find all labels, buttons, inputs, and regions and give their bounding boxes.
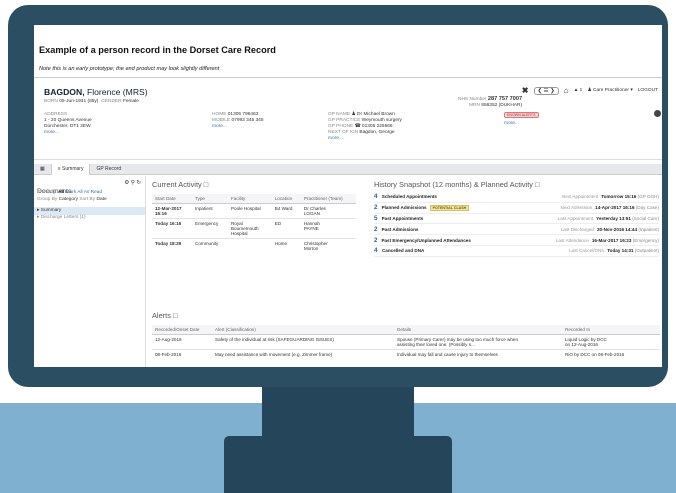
bell-icon: ▲ (573, 87, 579, 93)
tab-summary[interactable]: ≡ Summary (50, 163, 91, 175)
settings-icon[interactable] (654, 110, 661, 117)
col-alert: Alert (Classification) (212, 325, 394, 335)
documents-panel: Documents ⚙ ⚲ ↻ Showing: All Mark All As… (34, 176, 146, 367)
patient-phones: HOME 01305 796463 MOBILE 07993 345 345 m… (212, 112, 264, 130)
record-nav-buttons[interactable]: ❮ ☰ ❯ (533, 86, 559, 95)
patient-demographics: BORN 05-Jun-1931 (85y) GENDER Female (44, 99, 139, 104)
close-record-icon[interactable]: ✖ (522, 86, 529, 95)
doc-item-summary[interactable]: ▸ Summary (34, 207, 145, 215)
alerts-summary: KNOWN ALERTS more... (504, 112, 539, 127)
list-item[interactable]: 5 Past Appointments Last Appointment Yester… (374, 214, 659, 225)
col-recorded-date: Recorded/Onset Date (152, 325, 212, 335)
patient-identifiers: NHS Number 287 757 7007 MRN 856352 (DUKH… (458, 96, 523, 108)
person-icon: ♟ (351, 112, 356, 117)
table-row[interactable]: Today 16:16 Emergency Royal Bournemouth Ho… (152, 218, 356, 239)
record-tabs: ▦ ≡ Summary GP Record (34, 163, 662, 175)
list-item[interactable]: 2 Past Admissions Last Discharged 20-Nov-20… (374, 224, 659, 236)
documents-sort: Group By Category Sort By Date (37, 197, 107, 202)
alerts-table: Recorded/Onset Date Alert (Classificatio… (152, 325, 660, 359)
home-icon[interactable]: ⌂ (564, 86, 569, 95)
current-activity-title: Current Activity □ (152, 180, 209, 189)
col-location: Location (271, 194, 301, 204)
top-toolbar: ✖ ❮ ☰ ❯ ⌂ ▲ 1 ♟ Care Practitioner ▾ LOGO… (522, 86, 658, 95)
table-row[interactable]: 08-Feb-2016 May need assistance with mov… (152, 350, 660, 360)
list-item[interactable]: 2 Planned Admissions POTENTIAL CLASH Next A… (374, 203, 659, 214)
col-facility: Facility (227, 194, 272, 204)
doc-item-discharge[interactable]: ▸ Discharge Letters (1) (37, 215, 86, 221)
user-icon: ♟ (587, 87, 592, 93)
alerts-section: Alerts □ Recorded/Onset Date Alert (Clas… (152, 311, 660, 359)
list-item[interactable]: 4 Cancelled and DNA Last Cancel/DNA Today 1… (374, 246, 659, 257)
monitor-stand (224, 436, 452, 493)
patient-banner: BAGDON, Florence (MRS) BORN 05-Jun-1931 … (34, 78, 662, 160)
documents-filter: Showing: All Mark All As Read (37, 190, 103, 195)
history-title: History Snapshot (12 months) & Planned A… (374, 180, 540, 189)
history-snapshot-section: History Snapshot (12 months) & Planned A… (374, 180, 659, 257)
monitor-screen: Example of a person record in the Dorset… (34, 25, 662, 367)
history-list: 4 Scheduled Appointments Next Appointment T… (374, 192, 659, 257)
calendar-icon: □ (203, 180, 209, 189)
monitor-neck (262, 382, 414, 438)
calendar-icon: □ (535, 180, 540, 189)
col-start-date: Start Date (152, 194, 193, 204)
alerts-more-link[interactable]: more... (504, 121, 539, 127)
tab-gp-record[interactable]: GP Record (90, 164, 127, 175)
list-item[interactable]: 4 Scheduled Appointments Next Appointment T… (374, 192, 659, 203)
list-item[interactable]: 2 Past Emergency/Unplanned Attendances Las… (374, 235, 659, 246)
summary-icon: ≡ (57, 165, 61, 172)
patient-gp: GP NAME ♟ Dr Michael Brown GP PRACTICE W… (328, 112, 402, 142)
mark-read-link[interactable]: Mark All As Read (66, 190, 103, 195)
known-alerts-badge[interactable]: KNOWN ALERTS (504, 112, 539, 119)
col-details: Details (394, 325, 562, 335)
col-type: Type (192, 194, 228, 204)
patient-address: ADDRESS 1 - 20 Queens Avenue Dorchester,… (44, 112, 92, 136)
calendar-icon: □ (172, 311, 178, 320)
potential-clash-badge: POTENTIAL CLASH (429, 204, 470, 211)
address-more-link[interactable]: more... (44, 130, 92, 136)
phones-more-link[interactable]: more... (212, 124, 264, 130)
table-row[interactable]: 12-Aug-2016 Safety of the individual at … (152, 334, 660, 350)
user-menu[interactable]: ♟ Care Practitioner ▾ (587, 88, 632, 94)
grid-icon[interactable]: ▦ (34, 164, 51, 175)
table-row[interactable]: Today 18:29 Community Home Christopher Mo… (152, 239, 356, 254)
patient-name: BAGDON, Florence (MRS) (44, 87, 148, 97)
col-recorded-in: Recorded In (562, 325, 660, 335)
alerts-title: Alerts □ (152, 311, 178, 320)
current-activity-section: Current Activity □ Start Date Type Facil… (152, 180, 356, 253)
col-practitioner: Practitioner (Team) (300, 194, 356, 204)
phone-icon: ☎ (354, 123, 361, 129)
documents-actions[interactable]: ⚙ ⚲ ↻ (124, 180, 141, 186)
logout-link[interactable]: LOGOUT (638, 88, 658, 94)
prototype-note: Note this is an early prototype; the end… (39, 66, 220, 72)
notifications[interactable]: ▲ 1 (574, 88, 583, 94)
care-record-app: BAGDON, Florence (MRS) BORN 05-Jun-1931 … (34, 77, 662, 367)
current-activity-table: Start Date Type Facility Location Practi… (152, 194, 356, 253)
gp-more-link[interactable]: more... (328, 136, 402, 142)
table-row[interactable]: 12-Mar-2017 15:16 Inpatient Poole Hospita… (152, 203, 356, 219)
monitor-bezel: Example of a person record in the Dorset… (8, 5, 668, 387)
page-title: Example of a person record in the Dorset… (39, 45, 276, 55)
